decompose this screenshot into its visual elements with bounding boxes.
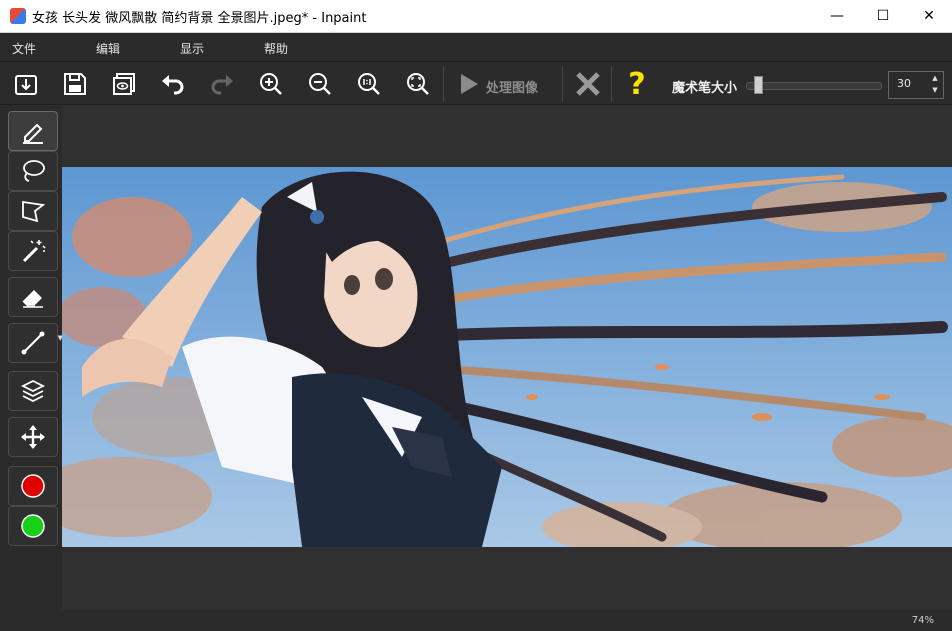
- minimize-button[interactable]: —: [814, 0, 860, 32]
- fit-screen-button[interactable]: [401, 67, 435, 101]
- clear-selection-button[interactable]: [571, 67, 605, 101]
- zoom-in-button[interactable]: [254, 67, 288, 101]
- line-icon: [21, 331, 45, 355]
- preview-button[interactable]: [107, 67, 141, 101]
- toolbar: 处理图像 ? 魔术笔大小: [0, 62, 952, 105]
- actual-size-button[interactable]: [352, 67, 386, 101]
- open-file-button[interactable]: [9, 67, 43, 101]
- eraser-tool-button[interactable]: [8, 277, 58, 317]
- tool-sidebar: ▼: [0, 105, 63, 631]
- menu-edit[interactable]: 编辑: [96, 40, 120, 57]
- undo-button[interactable]: [156, 67, 190, 101]
- actual-size-icon: [358, 73, 380, 95]
- cross-icon: [576, 72, 600, 96]
- polygon-lasso-tool-button[interactable]: [8, 191, 58, 231]
- redo-button[interactable]: [205, 67, 239, 101]
- red-marker-swatch: [21, 474, 45, 498]
- layers-icon: [20, 379, 46, 403]
- brush-size-spinbox[interactable]: 30 ▲ ▼: [888, 71, 944, 99]
- title-bar: 女孩 长头发 微风飘散 简约背景 全景图片.jpeg* - Inpaint — …: [0, 0, 952, 33]
- undo-icon: [162, 75, 184, 95]
- save-button[interactable]: [58, 67, 92, 101]
- redo-icon: [211, 75, 233, 95]
- close-button[interactable]: ✕: [906, 0, 952, 32]
- green-marker-color-button[interactable]: [8, 506, 58, 546]
- toolbar-separator: [562, 66, 563, 102]
- status-bar: 74%: [0, 610, 952, 631]
- brush-size-label: 魔术笔大小: [672, 81, 738, 96]
- menu-help[interactable]: 帮助: [264, 40, 288, 57]
- photo-illustration: [62, 167, 952, 547]
- layers-tool-button[interactable]: [8, 371, 58, 411]
- red-marker-color-button[interactable]: [8, 466, 58, 506]
- marker-tool-button[interactable]: [8, 111, 58, 151]
- line-tool-button[interactable]: ▼: [8, 323, 63, 363]
- zoom-out-button[interactable]: [303, 67, 337, 101]
- spin-up-arrow-icon[interactable]: ▲: [930, 74, 940, 82]
- zoom-out-icon: [309, 73, 331, 95]
- marker-icon: [23, 123, 43, 144]
- magic-wand-tool-button[interactable]: [8, 231, 58, 271]
- brush-size-slider-handle[interactable]: [754, 76, 764, 94]
- eraser-icon: [22, 290, 43, 308]
- preview-icon: [113, 73, 135, 95]
- open-icon: [15, 75, 37, 95]
- green-marker-swatch: [21, 514, 45, 538]
- menu-bar: 文件 编辑 显示 帮助: [0, 33, 952, 62]
- menu-file[interactable]: 文件: [12, 40, 36, 57]
- play-icon: [461, 74, 478, 94]
- window-title: 女孩 长头发 微风飘散 简约背景 全景图片.jpeg* - Inpaint: [32, 11, 367, 26]
- anime-girl-image[interactable]: [62, 167, 952, 547]
- fit-screen-icon: [407, 73, 429, 95]
- brush-size-value[interactable]: 30: [897, 77, 911, 90]
- brush-size-slider[interactable]: [746, 82, 882, 90]
- process-image-button[interactable]: [451, 67, 485, 101]
- magic-wand-icon: [22, 240, 46, 263]
- move-tool-button[interactable]: [8, 417, 58, 457]
- move-icon: [21, 425, 45, 449]
- zoom-in-icon: [260, 73, 282, 95]
- lasso-icon: [23, 160, 45, 182]
- polygon-lasso-icon: [22, 200, 46, 223]
- app-icon: [10, 8, 26, 24]
- menu-view[interactable]: 显示: [180, 40, 204, 57]
- toolbar-separator: [443, 66, 444, 102]
- toolbar-separator: [611, 66, 612, 102]
- save-icon: [64, 73, 86, 95]
- process-image-label[interactable]: 处理图像: [486, 77, 538, 96]
- zoom-level: 74%: [911, 615, 934, 626]
- maximize-button[interactable]: ☐: [860, 0, 906, 32]
- spin-down-arrow-icon[interactable]: ▼: [930, 86, 940, 94]
- lasso-tool-button[interactable]: [8, 151, 58, 191]
- help-button[interactable]: ?: [620, 67, 654, 102]
